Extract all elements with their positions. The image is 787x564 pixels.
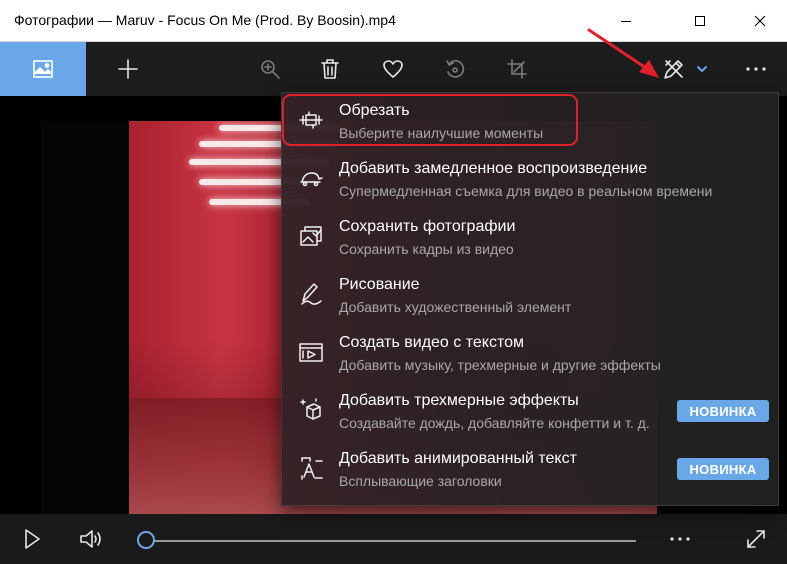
new-badge: НОВИНКА: [677, 458, 769, 480]
menu-item-subtitle: Всплывающие заголовки: [339, 473, 502, 489]
seek-bar-track[interactable]: [146, 540, 636, 542]
zoom-icon: [261, 60, 280, 79]
photo-icon: [33, 60, 53, 78]
close-button[interactable]: [737, 0, 783, 42]
player-more-button[interactable]: [660, 514, 700, 564]
3d-effects-icon: [298, 397, 324, 423]
more-icon: [670, 537, 690, 541]
window-title: Фотографии — Maruv - Focus On Me (Prod. …: [14, 12, 396, 28]
play-button[interactable]: [14, 514, 50, 564]
save-photos-icon: [298, 223, 324, 249]
menu-item-slow-motion[interactable]: Добавить замедленное воспроизведение Суп…: [282, 151, 780, 209]
video-text-icon: [298, 339, 324, 365]
zoom-button[interactable]: [252, 42, 288, 96]
heart-icon: [383, 60, 403, 78]
volume-button[interactable]: [72, 514, 112, 564]
menu-item-title: Добавить трехмерные эффекты: [339, 392, 579, 409]
trash-icon: [321, 59, 339, 79]
add-button[interactable]: [108, 42, 148, 96]
menu-item-3d-effects[interactable]: Добавить трехмерные эффекты Создавайте д…: [282, 383, 780, 441]
menu-item-title: Создать видео с текстом: [339, 334, 524, 351]
menu-item-title: Сохранить фотографии: [339, 218, 516, 235]
menu-item-subtitle: Добавить музыку, трехмерные и другие эфф…: [339, 357, 661, 373]
slow-motion-icon: [298, 165, 324, 191]
play-icon: [25, 529, 40, 549]
title-bar: Фотографии — Maruv - Focus On Me (Prod. …: [0, 0, 787, 42]
menu-item-title: Рисование: [339, 276, 420, 293]
edit-create-menu: Обрезать Выберите наилучшие моменты Доба…: [281, 92, 779, 506]
animated-text-icon: [298, 455, 324, 481]
trim-icon: [298, 107, 324, 133]
fullscreen-icon: [747, 530, 765, 548]
edit-create-icon: [664, 60, 683, 79]
favorite-button[interactable]: [375, 42, 411, 96]
menu-item-subtitle: Добавить художественный элемент: [339, 299, 572, 315]
menu-item-animated-text[interactable]: Добавить анимированный текст Всплывающие…: [282, 441, 780, 499]
menu-item-drawing[interactable]: Рисование Добавить художественный элемен…: [282, 267, 780, 325]
edit-dropdown-button[interactable]: [692, 42, 712, 96]
menu-item-subtitle: Создавайте дождь, добавляйте конфетти и …: [339, 415, 650, 431]
delete-button[interactable]: [312, 42, 348, 96]
menu-item-trim[interactable]: Обрезать Выберите наилучшие моменты: [282, 93, 780, 151]
seek-bar-thumb[interactable]: [137, 531, 155, 549]
menu-item-title: Добавить замедленное воспроизведение: [339, 160, 648, 177]
chevron-down-icon: [697, 66, 707, 72]
maximize-icon: [695, 16, 705, 26]
draw-icon: [298, 281, 324, 307]
menu-item-title: Обрезать: [339, 102, 410, 119]
crop-button[interactable]: [499, 42, 535, 96]
rotate-icon: [446, 60, 465, 78]
annotation-arrow-icon: [587, 28, 659, 78]
plus-icon: [118, 59, 138, 79]
rotate-button[interactable]: [437, 42, 473, 96]
tab-photo[interactable]: [0, 42, 86, 96]
volume-icon: [80, 530, 101, 548]
more-options-button[interactable]: [736, 42, 776, 96]
crop-icon: [507, 59, 527, 79]
close-icon: [754, 15, 766, 27]
fullscreen-button[interactable]: [736, 514, 776, 564]
more-icon: [746, 67, 766, 71]
menu-item-video-with-text[interactable]: Создать видео с текстом Добавить музыку,…: [282, 325, 780, 383]
maximize-button[interactable]: [677, 0, 723, 42]
menu-item-title: Добавить анимированный текст: [339, 450, 577, 467]
menu-item-subtitle: Супермедленная съемка для видео в реальн…: [339, 183, 713, 199]
menu-item-subtitle: Сохранить кадры из видео: [339, 241, 514, 257]
menu-item-save-photos[interactable]: Сохранить фотографии Сохранить кадры из …: [282, 209, 780, 267]
new-badge: НОВИНКА: [677, 400, 769, 422]
menu-item-subtitle: Выберите наилучшие моменты: [339, 125, 544, 141]
